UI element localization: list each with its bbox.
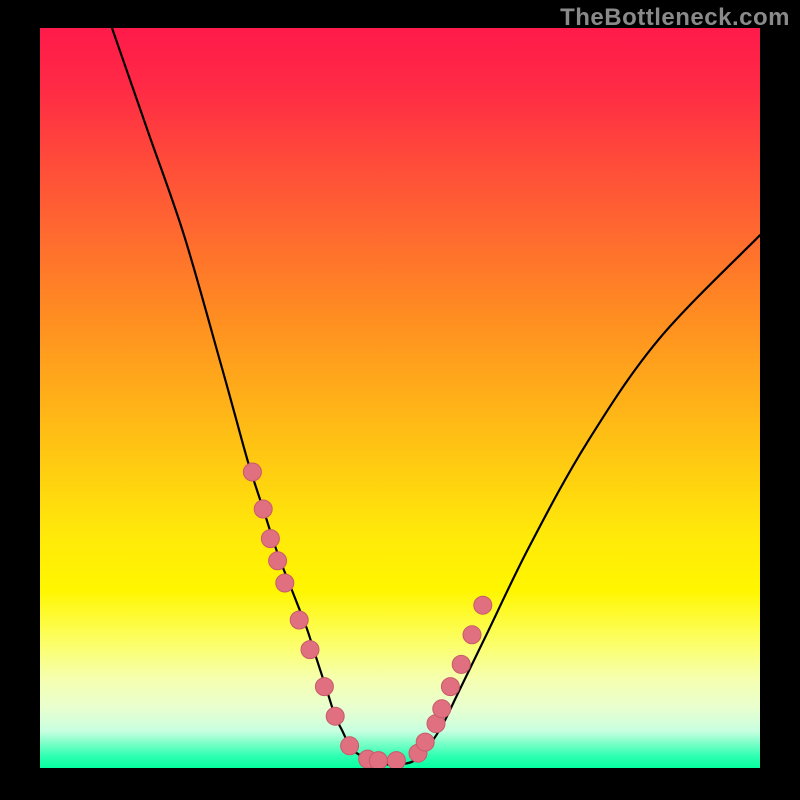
curve-svg [40,28,760,768]
marker-point [254,500,272,518]
marker-point [474,596,492,614]
plot-area [40,28,760,768]
marker-point [387,752,405,768]
marker-point [301,641,319,659]
marker-point [290,611,308,629]
marker-point [315,678,333,696]
chart-stage: TheBottleneck.com [0,0,800,800]
marker-point [441,678,459,696]
marker-point [243,463,261,481]
marker-point [269,552,287,570]
marker-point [416,733,434,751]
marker-point [326,707,344,725]
marker-point [276,574,294,592]
marker-point [261,530,279,548]
marker-point [463,626,481,644]
bottleneck-curve [112,28,760,765]
marker-point [341,737,359,755]
marker-group [243,463,491,768]
marker-point [452,655,470,673]
marker-point [433,700,451,718]
marker-point [369,752,387,768]
